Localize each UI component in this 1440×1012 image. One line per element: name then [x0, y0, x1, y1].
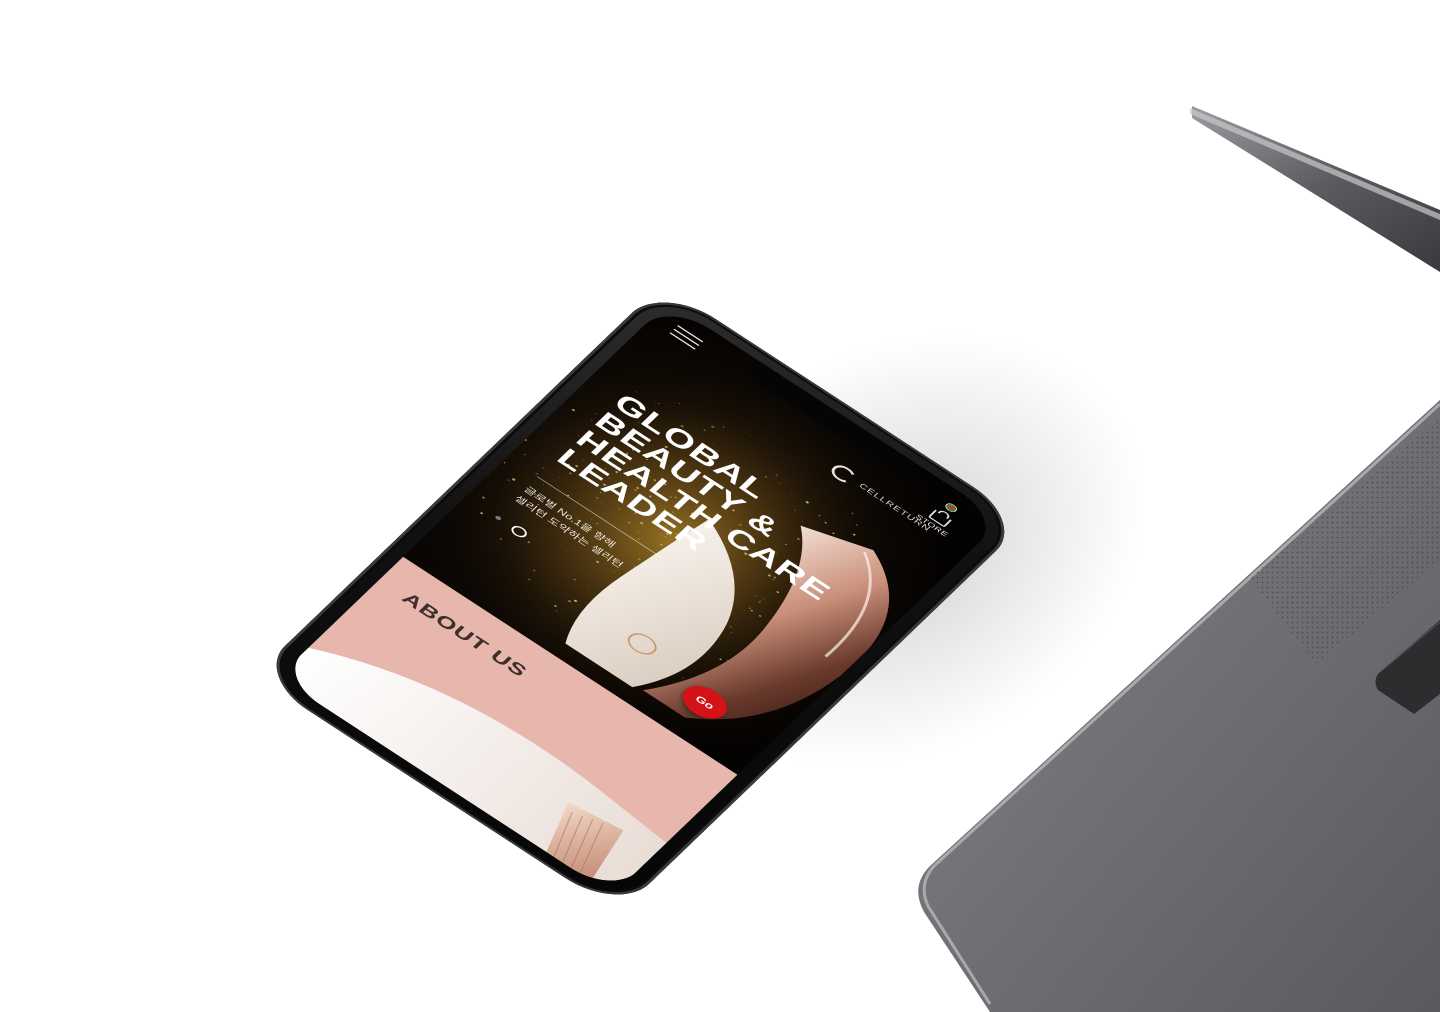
- slide-dot[interactable]: [494, 514, 503, 521]
- device-mockup-scene: CELLRETURN STORE GLOBAL BEAUTY & HEALTH …: [0, 0, 1440, 1012]
